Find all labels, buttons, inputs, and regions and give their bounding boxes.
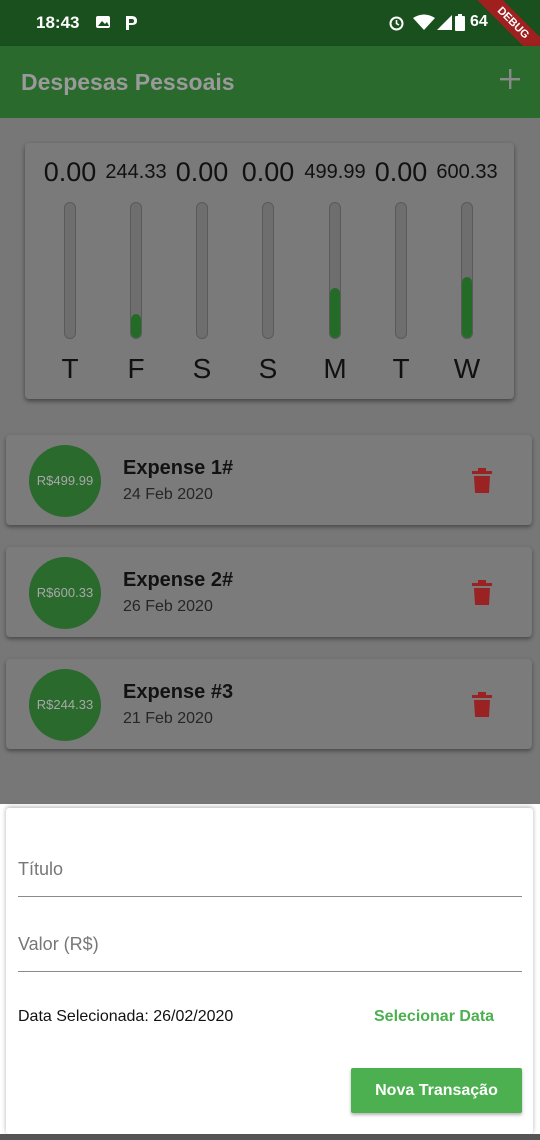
bar-track [262,202,274,339]
parking-icon [123,14,139,35]
bar-track [196,202,208,339]
bar-day-label: M [323,353,347,384]
transaction-card[interactable]: R$244.33 Expense #3 21 Feb 2020 [6,659,532,749]
bar-track [395,202,407,339]
bar-fill [462,277,472,338]
signal-icon [436,14,453,35]
bottom-edge [0,1134,540,1140]
title-field[interactable] [18,836,522,897]
bar-day-label: T [392,353,410,384]
bar-day-label: W [453,353,481,384]
status-bar: 18:43 64 DEBUG [0,0,540,76]
main-content: 0.00 T 244.33 F 0.00 S 0.00 S 499.99 M 0… [0,118,540,804]
select-date-button[interactable]: Selecionar Data [364,999,514,1035]
bar-track [130,202,142,339]
transaction-card[interactable]: R$600.33 Expense 2# 26 Feb 2020 [6,547,532,637]
bar-day-label: F [127,353,145,384]
battery-icon [455,14,465,35]
bar-track [329,202,341,339]
transaction-date: 26 Feb 2020 [123,598,213,615]
status-time: 18:43 [36,13,80,32]
bar-value: 0.00 [43,157,97,187]
wifi-icon [413,14,435,35]
bar-value: 0.00 [241,157,295,187]
bar-value: 600.33 [436,161,498,183]
chart-bar: 0.00 T [368,143,434,399]
title-input[interactable] [18,859,522,880]
trash-icon[interactable] [471,468,493,494]
trash-icon[interactable] [471,692,493,718]
bar-value: 499.99 [304,161,366,183]
value-input[interactable] [18,934,522,955]
bar-day-label: S [258,353,278,384]
transaction-title: Expense 1# [123,457,234,479]
selected-date-label: Data Selecionada: 26/02/2020 [18,1008,234,1025]
app-title: Despesas Pessoais [21,69,235,95]
transaction-date: 24 Feb 2020 [123,486,213,503]
value-field[interactable] [18,911,522,972]
chart-bar: 244.33 F [103,143,169,399]
transaction-title: Expense #3 [123,681,234,703]
chart-bar: 600.33 W [434,143,500,399]
battery-percentage: 64 [470,13,488,30]
bar-fill [131,313,141,338]
weekly-chart: 0.00 T 244.33 F 0.00 S 0.00 S 499.99 M 0… [25,143,514,399]
alarm-icon [388,14,405,35]
amount-avatar: R$499.99 [29,445,101,517]
plus-icon[interactable] [493,62,527,96]
bar-day-label: T [61,353,79,384]
bar-value: 0.00 [175,157,229,187]
chart-bar: 499.99 M [302,143,368,399]
bar-value: 244.33 [105,161,167,183]
bar-value: 0.00 [374,157,428,187]
new-transaction-button[interactable]: Nova Transação [351,1068,522,1113]
amount-avatar: R$600.33 [29,557,101,629]
bar-day-label: S [192,353,212,384]
bar-fill [330,288,340,338]
chart-bar: 0.00 S [169,143,235,399]
bar-track [461,202,473,339]
new-transaction-sheet: Data Selecionada: 26/02/2020 Selecionar … [6,808,533,1134]
chart-bar: 0.00 S [235,143,301,399]
bar-track [64,202,76,339]
gallery-icon [95,14,111,34]
transaction-title: Expense 2# [123,569,234,591]
transaction-card[interactable]: R$499.99 Expense 1# 24 Feb 2020 [6,435,532,525]
transaction-date: 21 Feb 2020 [123,710,213,727]
amount-avatar: R$244.33 [29,669,101,741]
trash-icon[interactable] [471,580,493,606]
chart-bar: 0.00 T [37,143,103,399]
app-bar: Despesas Pessoais [0,46,540,118]
